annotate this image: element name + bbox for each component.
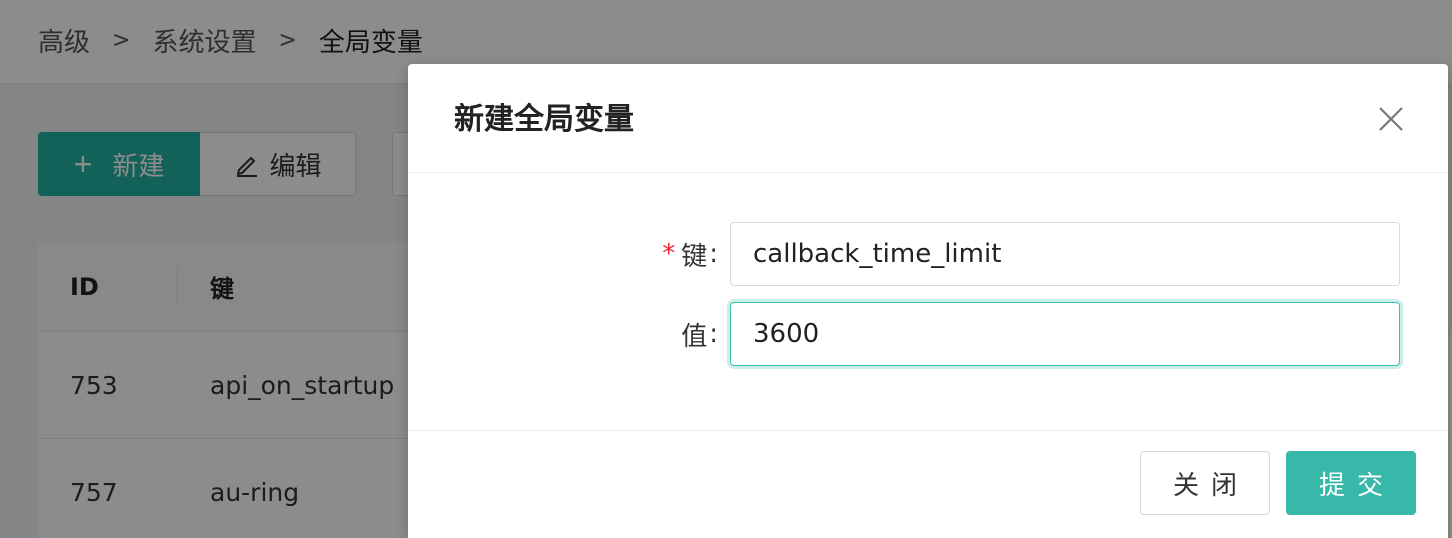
dialog-header: 新建全局变量 bbox=[408, 64, 1448, 173]
required-mark: * bbox=[662, 239, 676, 269]
key-label: * 键 : bbox=[662, 222, 718, 286]
value-input[interactable] bbox=[730, 302, 1400, 366]
submit-button[interactable]: 提交 bbox=[1286, 451, 1416, 515]
dialog-body: * 键 : 值 : bbox=[408, 173, 1448, 431]
key-label-text: 键 bbox=[681, 241, 708, 272]
form-row-value: 值 : bbox=[408, 302, 1448, 366]
dialog-footer: 关闭 提交 bbox=[408, 431, 1448, 537]
close-icon-glyph bbox=[1379, 107, 1403, 131]
label-colon: : bbox=[709, 239, 718, 269]
key-input[interactable] bbox=[730, 222, 1400, 286]
value-label: 值 : bbox=[681, 302, 718, 366]
dialog-title: 新建全局变量 bbox=[454, 102, 634, 137]
close-button[interactable]: 关闭 bbox=[1140, 451, 1270, 515]
close-icon[interactable] bbox=[1370, 98, 1412, 140]
label-colon: : bbox=[709, 319, 718, 349]
form-row-key: * 键 : bbox=[408, 222, 1448, 286]
value-label-text: 值 bbox=[681, 321, 708, 352]
new-global-variable-dialog: 新建全局变量 * 键 : 值 : 关闭 提交 bbox=[408, 64, 1448, 538]
